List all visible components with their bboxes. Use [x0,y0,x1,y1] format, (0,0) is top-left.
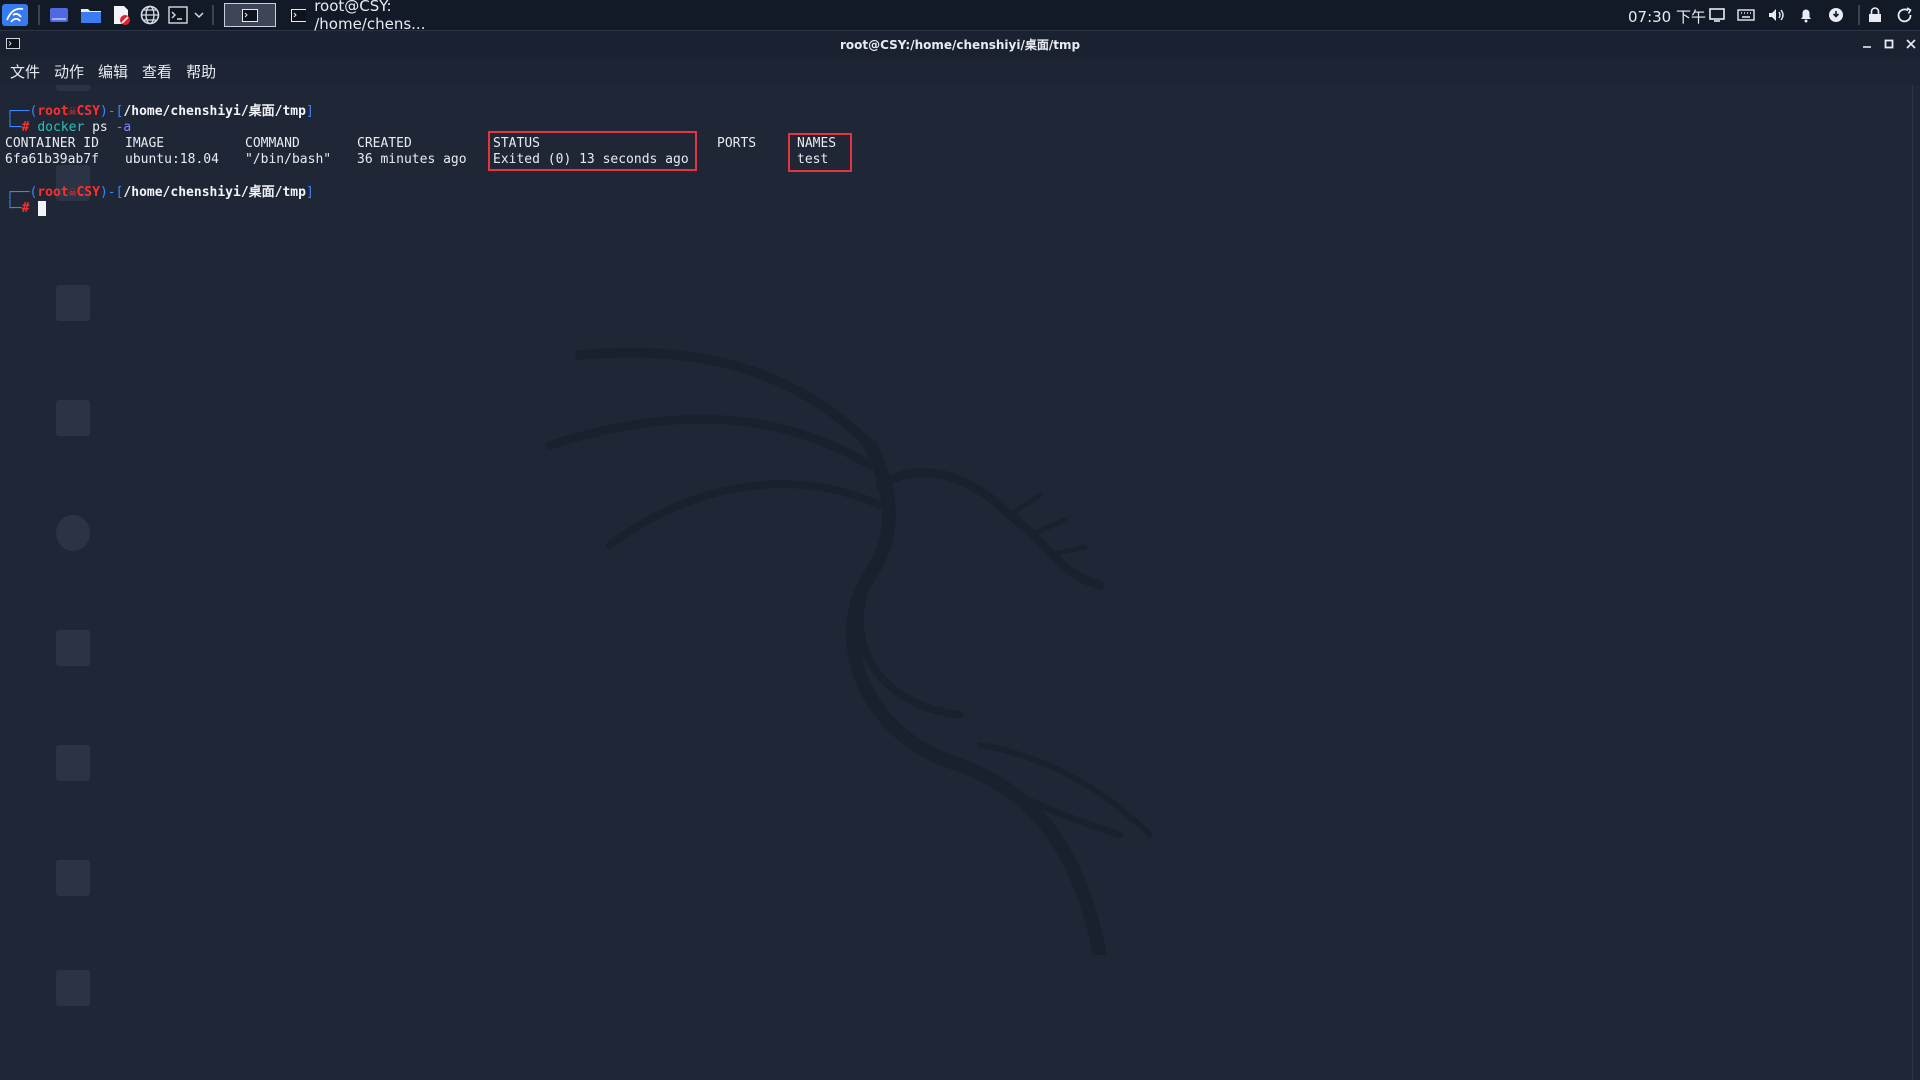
taskbar-window-button[interactable]: root@CSY: /home/chens... [283,0,498,33]
show-desktop-icon[interactable] [48,4,70,26]
desktop-icon-ghost [18,860,128,902]
cell-container-id: 6fa61b39ab7f [5,152,99,167]
col-header-ports: PORTS [717,136,757,151]
volume-icon[interactable] [1767,6,1785,24]
command-name: docker [37,120,85,135]
maximize-icon [1884,39,1894,49]
terminal-launcher-icon[interactable] [167,4,189,26]
command-line: └─# docker ps -a [6,120,132,135]
minimize-icon [1863,46,1871,48]
workspace-terminal-button[interactable] [224,3,276,27]
menu-bar: 文件 动作 编辑 查看 帮助 [0,57,1920,85]
window-title: root@CSY:/home/chenshiyi/桌面/tmp [839,37,1081,52]
desktop-icon-ghost [18,515,128,557]
desktop-icon-ghost [18,285,128,327]
prompt-user: root [37,185,69,200]
terminal-icon [6,38,20,49]
window-titlebar[interactable]: root@CSY:/home/chenshiyi/桌面/tmp [0,31,1920,57]
prompt-path: /home/chenshiyi/桌面/tmp [123,104,306,119]
panel-separator [212,5,214,25]
menu-edit[interactable]: 编辑 [98,61,128,82]
prompt-host: CSY [76,104,100,119]
input-line[interactable]: └─# [6,201,29,217]
desktop-icon-ghost [18,400,128,442]
prompt-path: /home/chenshiyi/桌面/tmp [123,185,306,200]
update-indicator-icon[interactable] [1827,6,1845,24]
logout-icon[interactable] [1896,6,1914,24]
desktop-icon-ghost [18,85,128,97]
terminal-area[interactable]: ┌──(root☠CSY)-[/home/chenshiyi/桌面/tmp] └… [0,85,1912,1080]
status-highlight-box [488,131,697,171]
terminal-cursor [38,201,46,216]
top-panel: root@CSY: /home/chens... 07:30 下午 [0,0,1920,33]
prompt-host: CSY [76,185,100,200]
maximize-button[interactable] [1881,36,1897,52]
desktop-icon-ghost [18,745,128,787]
close-button[interactable] [1903,36,1919,52]
kali-menu-icon[interactable] [2,4,28,26]
col-header-created: CREATED [357,136,412,151]
taskbar-window-title: root@CSY: /home/chens... [314,0,426,33]
panel-separator [1858,5,1860,25]
prompt-line-2: ┌──(root☠CSY)-[/home/chenshiyi/桌面/tmp] [6,185,314,200]
web-browser-icon[interactable] [139,4,161,26]
prompt-user: root [37,104,69,119]
cell-image: ubuntu:18.04 [125,152,219,167]
command-arg: ps [92,120,108,135]
chevron-down-icon[interactable] [193,4,205,26]
keyboard-icon[interactable] [1737,6,1755,24]
cell-command: "/bin/bash" [245,152,332,167]
terminal-icon [291,8,307,22]
text-editor-icon[interactable] [110,4,132,26]
close-icon [1906,39,1916,49]
desktop-icon-ghost [18,970,128,1012]
display-icon[interactable] [1708,6,1726,24]
col-header-command: COMMAND [245,136,300,151]
menu-view[interactable]: 查看 [142,61,172,82]
kali-dragon-wallpaper-icon [545,347,1153,955]
lock-screen-icon[interactable] [1866,6,1884,24]
desktop-icon-ghost [18,630,128,672]
prompt-line-1: ┌──(root☠CSY)-[/home/chenshiyi/桌面/tmp] [6,104,314,119]
minimize-button[interactable] [1859,36,1875,52]
panel-separator [38,5,40,25]
command-option: -a [115,120,132,135]
terminal-icon [242,8,258,22]
cell-created: 36 minutes ago [357,152,467,167]
col-header-container-id: CONTAINER ID [5,136,99,151]
names-highlight-box [788,133,852,172]
notification-bell-icon[interactable] [1797,6,1815,24]
menu-action[interactable]: 动作 [54,61,84,82]
col-header-image: IMAGE [125,136,165,151]
terminal-scrollbar[interactable] [1912,85,1920,1080]
file-manager-icon[interactable] [79,4,103,26]
menu-file[interactable]: 文件 [10,61,40,82]
clock[interactable]: 07:30 下午 [1628,6,1706,27]
menu-help[interactable]: 帮助 [186,61,216,82]
